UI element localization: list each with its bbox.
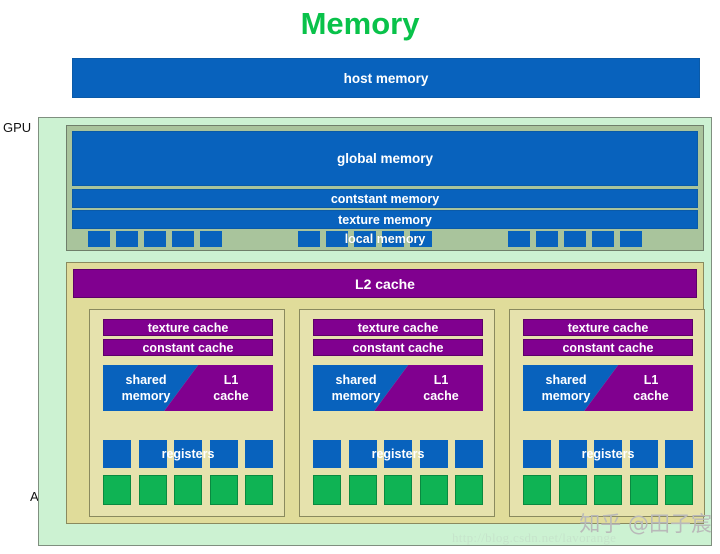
local-memory-label: local memory xyxy=(344,232,426,246)
texture-cache-label: texture cache xyxy=(147,320,229,335)
shared-memory-label: shared memory xyxy=(315,365,397,411)
page-title: Memory xyxy=(300,6,420,41)
constant-cache-block: constant cache xyxy=(523,339,693,356)
device-memory-block: global memory contstant memory texture m… xyxy=(66,125,704,251)
shared-memory-line-1: shared xyxy=(545,373,587,387)
registers-label: registers xyxy=(581,447,635,461)
registers-label: registers xyxy=(371,447,425,461)
alu-square xyxy=(665,475,693,505)
alu-square xyxy=(103,475,131,505)
alu-square xyxy=(419,475,448,505)
alu-square xyxy=(384,475,412,505)
alu-square xyxy=(174,475,202,505)
constant-cache-block: constant cache xyxy=(103,339,273,356)
host-memory-block: host memory xyxy=(72,58,700,98)
alu-square xyxy=(523,475,551,505)
local-memory-row: local memory xyxy=(72,231,698,247)
registers-row: registers xyxy=(523,440,693,468)
shared-memory-line-2: memory xyxy=(121,389,171,403)
shared-memory-line-2: memory xyxy=(541,389,591,403)
constant-cache-block: constant cache xyxy=(313,339,483,356)
alu-square xyxy=(209,475,238,505)
global-memory-bar: global memory xyxy=(72,131,698,186)
alu-square xyxy=(138,475,167,505)
host-memory-label: host memory xyxy=(343,70,429,86)
gpu-label: GPU xyxy=(3,120,32,135)
alu-square xyxy=(313,475,341,505)
alu-square xyxy=(629,475,658,505)
shared-memory-line-1: shared xyxy=(335,373,377,387)
texture-memory-bar: texture memory xyxy=(72,210,698,229)
l1-cache-line-1: L1 xyxy=(223,373,239,387)
alu-square xyxy=(348,475,377,505)
texture-cache-label: texture cache xyxy=(567,320,649,335)
constant-memory-label: contstant memory xyxy=(330,191,440,206)
texture-cache-block: texture cache xyxy=(103,319,273,336)
l1-cache-line-2: cache xyxy=(633,389,669,403)
alu-square xyxy=(245,475,273,505)
constant-cache-label: constant cache xyxy=(352,340,444,355)
sm-block-3: texture cache constant cache shared memo… xyxy=(509,309,705,517)
shared-memory-label: shared memory xyxy=(525,365,607,411)
site-watermark: 知乎 @田子宸 xyxy=(579,512,712,536)
shared-memory-line-2: memory xyxy=(331,389,381,403)
l1-cache-line-2: cache xyxy=(423,389,459,403)
shared-memory-line-1: shared xyxy=(125,373,167,387)
registers-row: registers xyxy=(103,440,273,468)
sm-container: L2 cache texture cache constant cache sh… xyxy=(66,262,705,524)
alu-square xyxy=(455,475,483,505)
registers-label: registers xyxy=(161,447,215,461)
registers-row: registers xyxy=(313,440,483,468)
shared-memory-l1-cache-block: shared memory L1 cache xyxy=(313,365,483,411)
shared-memory-label: shared memory xyxy=(105,365,187,411)
texture-cache-label: texture cache xyxy=(357,320,439,335)
shared-memory-l1-cache-block: shared memory L1 cache xyxy=(103,365,273,411)
sm-block-2: texture cache constant cache shared memo… xyxy=(299,309,495,517)
l2-cache-block: L2 cache xyxy=(73,269,697,298)
l1-cache-label: L1 cache xyxy=(191,365,271,411)
alu-row xyxy=(313,475,483,505)
texture-cache-block: texture cache xyxy=(523,319,693,336)
l1-cache-line-1: L1 xyxy=(643,373,659,387)
l1-cache-label: L1 cache xyxy=(401,365,481,411)
shared-memory-l1-cache-block: shared memory L1 cache xyxy=(523,365,693,411)
alu-square xyxy=(594,475,622,505)
l2-cache-label: L2 cache xyxy=(355,275,415,292)
sm-block-1: texture cache constant cache shared memo… xyxy=(89,309,285,517)
constant-memory-bar: contstant memory xyxy=(72,189,698,208)
l1-cache-line-1: L1 xyxy=(433,373,449,387)
global-memory-label: global memory xyxy=(336,151,434,166)
alu-row xyxy=(103,475,273,505)
diagram-root: Memory host memory GPU SM ALU global mem… xyxy=(0,0,720,554)
alu-square xyxy=(558,475,587,505)
l1-cache-line-2: cache xyxy=(213,389,249,403)
l1-cache-label: L1 cache xyxy=(611,365,691,411)
alu-row xyxy=(523,475,693,505)
texture-cache-block: texture cache xyxy=(313,319,483,336)
constant-cache-label: constant cache xyxy=(142,340,234,355)
texture-memory-label: texture memory xyxy=(338,212,432,227)
constant-cache-label: constant cache xyxy=(562,340,654,355)
